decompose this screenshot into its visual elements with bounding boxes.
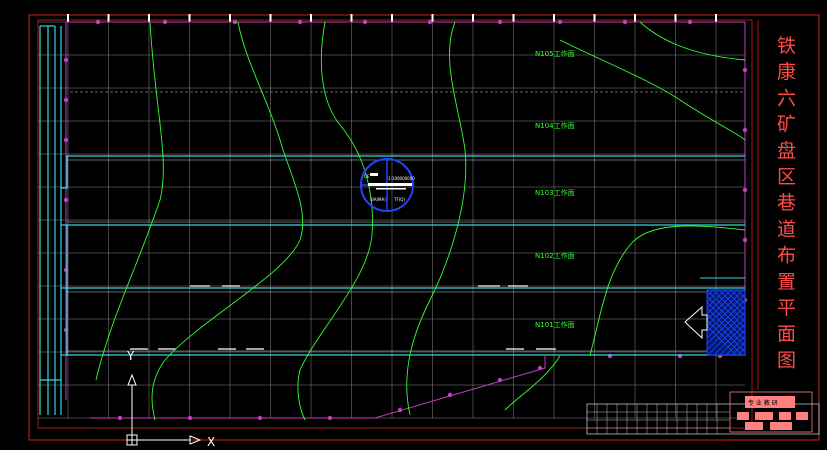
panel-label-n105: N105工作面 bbox=[535, 49, 575, 58]
tick-mark bbox=[67, 14, 69, 22]
boundary-point bbox=[297, 19, 303, 25]
title-char: 康 bbox=[777, 61, 796, 83]
tick-mark bbox=[715, 14, 717, 22]
boundary-point bbox=[687, 19, 693, 25]
boundary-point bbox=[622, 19, 628, 25]
contour-lines bbox=[95, 21, 746, 421]
hatch-line bbox=[742, 290, 745, 293]
title-char: 置 bbox=[777, 271, 796, 293]
boundary-point bbox=[63, 137, 69, 143]
boundary-point bbox=[327, 415, 333, 421]
title-char: 图 bbox=[777, 349, 796, 371]
panel-label-n104: N104工作面 bbox=[535, 121, 575, 130]
tick-mark bbox=[391, 14, 393, 22]
main-shafts bbox=[39, 25, 745, 415]
boundary-point bbox=[63, 97, 69, 103]
legend-text-1: CE bbox=[364, 174, 370, 179]
boundary-point bbox=[257, 415, 263, 421]
boundary-point bbox=[557, 19, 563, 25]
boundary-point bbox=[742, 237, 748, 243]
boundary-point bbox=[162, 19, 168, 25]
boundary-point bbox=[537, 365, 543, 371]
boundary-point bbox=[362, 19, 368, 25]
legend-text-4: TF(Q) bbox=[393, 197, 405, 202]
boundary-point bbox=[63, 197, 69, 203]
boundary-point bbox=[117, 415, 123, 421]
hatch-line bbox=[707, 230, 745, 268]
cad-drawing: CE 1:100000000 SIA(MA) TF(Q) N105工作面 N10… bbox=[28, 14, 820, 449]
boundary-point bbox=[742, 127, 748, 133]
tick-mark bbox=[674, 14, 677, 22]
coordinate-grid bbox=[38, 21, 745, 419]
title-char: 区 bbox=[777, 166, 796, 188]
axis-label-y: Y bbox=[126, 349, 135, 363]
title-char: 平 bbox=[777, 297, 796, 319]
panel-label-n101: N101工作面 bbox=[535, 320, 575, 329]
boundary-point bbox=[63, 57, 69, 63]
title-char: 巷 bbox=[777, 192, 796, 214]
roadway-markers bbox=[130, 285, 556, 350]
coordinate-axes bbox=[126, 373, 202, 446]
boundary-point bbox=[187, 415, 193, 421]
tick-mark bbox=[472, 14, 474, 22]
tick-mark bbox=[229, 14, 231, 22]
title-char: 面 bbox=[777, 323, 796, 345]
title-block-header: 专 业 教 研 bbox=[748, 399, 778, 407]
direction-arrow bbox=[684, 305, 708, 340]
outer-frame bbox=[28, 14, 820, 441]
tick-mark bbox=[310, 14, 312, 22]
title-char: 六 bbox=[777, 87, 796, 109]
hatch-line bbox=[707, 236, 745, 274]
boundary-point bbox=[427, 19, 433, 25]
tick-mark bbox=[350, 14, 353, 22]
legend-compass bbox=[360, 158, 414, 212]
boundary-point bbox=[742, 67, 748, 73]
roadway-centerlines bbox=[67, 91, 745, 352]
title-char: 盘 bbox=[777, 140, 796, 162]
boundary-point bbox=[95, 19, 101, 25]
title-char: 布 bbox=[777, 245, 796, 267]
boundary-point bbox=[397, 407, 403, 413]
boundary-point bbox=[497, 19, 503, 25]
tick-mark bbox=[269, 14, 272, 22]
hatch-line bbox=[707, 290, 708, 291]
legend-text-2: 1:100000000 bbox=[388, 176, 415, 181]
title-char: 矿 bbox=[777, 114, 796, 136]
title-char: 道 bbox=[777, 218, 796, 240]
legend-text-3: SIA(MA) bbox=[370, 197, 386, 202]
panel-label-n102: N102工作面 bbox=[535, 251, 575, 260]
boundary-point bbox=[447, 392, 453, 398]
tick-mark bbox=[593, 14, 596, 22]
tick-mark bbox=[553, 14, 555, 22]
panel-label-n103: N103工作面 bbox=[535, 188, 575, 197]
tick-mark bbox=[148, 14, 150, 22]
drawing-title: 铁康六矿盘区巷道布置平面图 bbox=[777, 35, 796, 371]
tick-mark bbox=[512, 14, 515, 22]
boundary-point bbox=[742, 187, 748, 193]
boundary-point bbox=[497, 377, 503, 383]
tick-mark bbox=[188, 14, 191, 22]
boundary-point bbox=[232, 19, 238, 25]
inner-frame bbox=[37, 19, 753, 429]
tick-mark bbox=[107, 14, 110, 22]
hatch-line bbox=[707, 248, 745, 286]
goaf-hatch-area bbox=[700, 230, 746, 356]
hatch-line bbox=[707, 242, 745, 280]
title-char: 铁 bbox=[777, 35, 796, 57]
axis-label-x: X bbox=[207, 435, 215, 449]
tick-mark bbox=[634, 14, 636, 22]
